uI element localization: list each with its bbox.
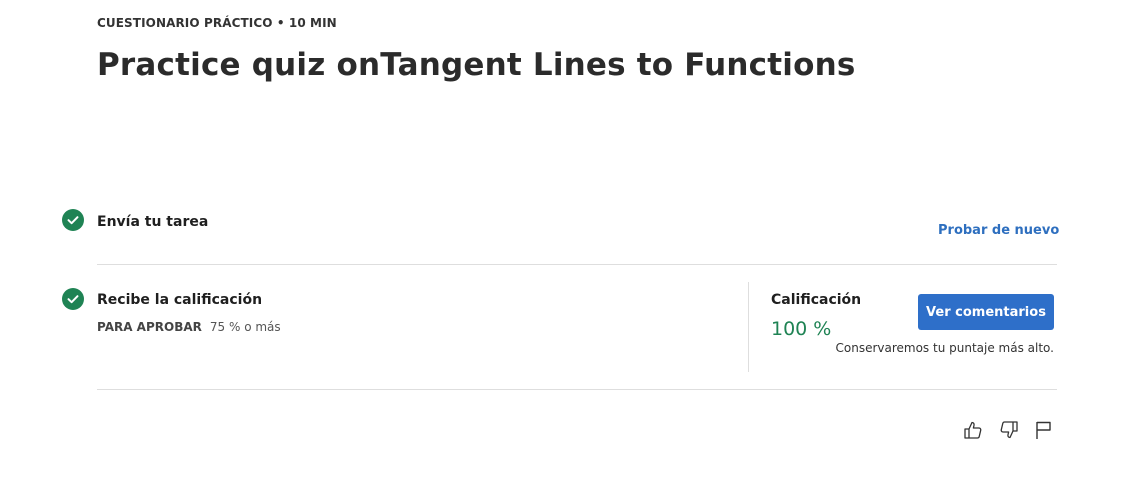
thumbs-down-icon[interactable] <box>998 419 1020 441</box>
page-title: Practice quiz onTangent Lines to Functio… <box>97 47 856 83</box>
quiz-meta: CUESTIONARIO PRÁCTICO • 10 MIN <box>97 16 337 30</box>
highest-score-note: Conservaremos tu puntaje más alto. <box>835 341 1055 355</box>
vertical-divider <box>748 282 749 372</box>
grade-label: Calificación <box>771 292 862 308</box>
view-feedback-button[interactable]: Ver comentarios <box>918 294 1054 330</box>
thumbs-up-icon[interactable] <box>962 419 984 441</box>
check-circle-icon <box>62 209 84 231</box>
step-grade-title: Recibe la calificación <box>97 292 263 308</box>
grade-value: 100 % <box>771 318 832 340</box>
flag-icon[interactable] <box>1033 419 1055 441</box>
passing-value: 75 % o más <box>209 320 281 334</box>
divider <box>97 264 1057 265</box>
passing-label: PARA APROBAR <box>97 320 202 334</box>
try-again-link[interactable]: Probar de nuevo <box>938 223 1059 238</box>
check-circle-icon <box>62 288 84 310</box>
divider <box>97 389 1057 390</box>
step-submit-title: Envía tu tarea <box>97 214 209 230</box>
passing-requirement: PARA APROBAR 75 % o más <box>97 320 281 334</box>
